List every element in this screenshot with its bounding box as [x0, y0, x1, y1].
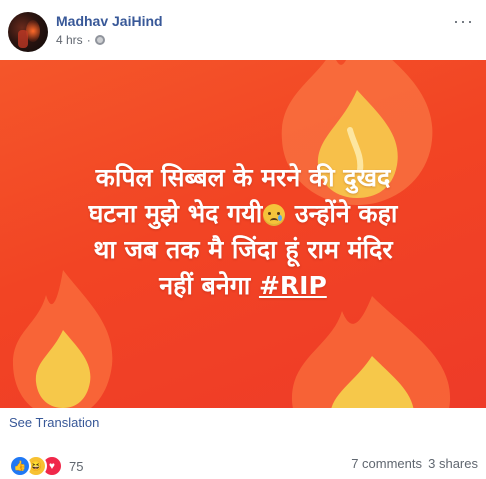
post-time[interactable]: 4 hrs — [56, 33, 83, 47]
post-footer: 👍 😆 ♥ 75 7 comments 3 shares — [0, 446, 486, 479]
caption-line-3: था जब तक मै जिंदा हूं राम मंदिर — [93, 235, 393, 264]
post-card: Madhav JaiHind 4 hrs · ··· कपिल सिब्बल क… — [0, 0, 486, 478]
comments-count-link[interactable]: 7 comments — [351, 456, 422, 471]
reaction-count[interactable]: 75 — [69, 459, 83, 474]
caption-line-2-start: घटना मुझे भेद गयी — [88, 199, 263, 228]
flame-bottom-right — [282, 296, 462, 408]
caption-line-2-end: उन्होंने कहा — [286, 199, 398, 228]
post-image[interactable]: कपिल सिब्बल के मरने की दुखद घटना मुझे भे… — [0, 60, 486, 408]
caption-line-4: नहीं बनेगा #RIP — [20, 268, 466, 304]
globe-icon[interactable] — [94, 35, 105, 45]
hashtag-rip[interactable]: #RIP — [259, 271, 327, 300]
author-name[interactable]: Madhav JaiHind — [56, 13, 163, 29]
post-header: Madhav JaiHind 4 hrs · ··· — [0, 0, 486, 60]
like-icon: 👍 — [9, 455, 31, 477]
see-translation-link[interactable]: See Translation — [9, 415, 99, 430]
crying-emoji-icon — [263, 204, 286, 226]
reactions-summary[interactable]: 👍 😆 ♥ 75 — [9, 455, 83, 477]
caption-line-1: कपिल सिब्बल के मरने की दुखद — [95, 163, 391, 192]
more-options-icon[interactable]: ··· — [453, 12, 474, 30]
avatar-figure — [18, 30, 28, 48]
avatar-glow — [26, 20, 40, 42]
post-meta: 4 hrs · — [56, 33, 105, 47]
caption-line-2: घटना मुझे भेद गयी उन्होंने कहा — [20, 196, 466, 232]
tear-icon — [278, 215, 283, 221]
image-caption: कपिल सिब्बल के मरने की दुखद घटना मुझे भे… — [20, 160, 466, 304]
avatar[interactable] — [8, 12, 48, 52]
shares-count-link[interactable]: 3 shares — [428, 456, 478, 471]
caption-line-4-text: नहीं बनेगा — [159, 271, 259, 300]
meta-separator: · — [86, 33, 91, 47]
